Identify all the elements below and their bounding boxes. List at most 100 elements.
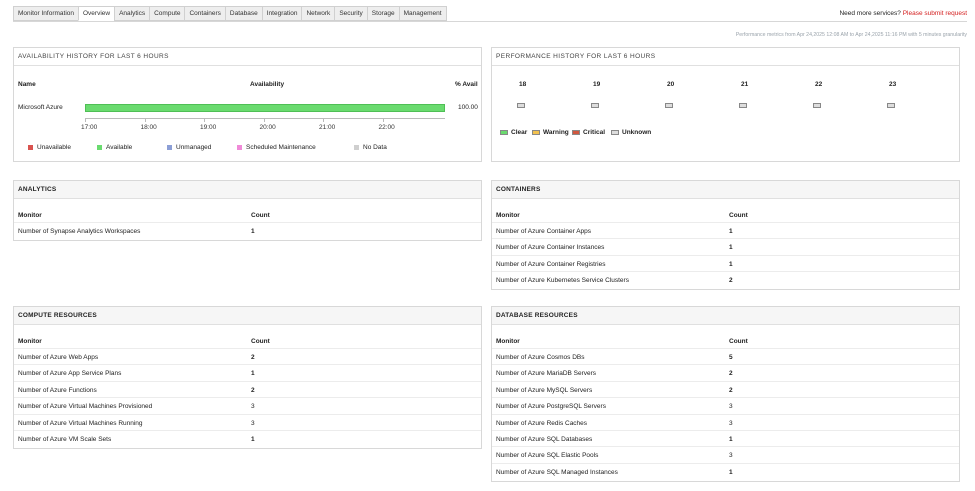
legend-swatch [354, 145, 359, 150]
availability-tick [204, 119, 205, 122]
availability-legend-available: Available [97, 144, 132, 151]
legend-swatch [611, 130, 619, 135]
performance-hour-18: 18 [519, 81, 527, 88]
database-row-count: 3 [729, 452, 733, 460]
database-row-count: 1 [729, 468, 733, 476]
containers-row-monitor: Number of Azure Container Apps [496, 228, 592, 235]
database-row[interactable]: Number of Azure SQL Databases 1 [492, 431, 959, 448]
availability-tick-label: 18:00 [140, 124, 157, 131]
legend-swatch [500, 130, 508, 135]
performance-status-cell[interactable] [517, 103, 525, 108]
performance-status-cell[interactable] [665, 103, 673, 108]
availability-tick-label: 22:00 [378, 124, 395, 131]
compute-row-monitor: Number of Azure Web Apps [18, 354, 99, 361]
performance-hour-23: 23 [889, 81, 897, 88]
containers-col-monitor: Monitor [496, 212, 520, 219]
tab-database[interactable]: Database [224, 6, 262, 21]
containers-row[interactable]: Number of Azure Kubernetes Service Clust… [492, 272, 959, 288]
tab-security[interactable]: Security [334, 6, 367, 21]
performance-status-cell[interactable] [739, 103, 747, 108]
database-row[interactable]: Number of Azure MariaDB Servers 2 [492, 365, 959, 382]
compute-col-count: Count [251, 338, 270, 345]
tab-compute[interactable]: Compute [149, 6, 185, 21]
compute-row-monitor: Number of Azure Functions [18, 386, 97, 394]
compute-row[interactable]: Number of Azure Virtual Machines Provisi… [14, 398, 481, 415]
database-row[interactable]: Number of Azure Cosmos DBs 5 [492, 349, 959, 366]
tab-divider [13, 21, 967, 22]
legend-label: Warning [543, 129, 569, 136]
database-col-monitor: Monitor [496, 338, 520, 345]
compute-panel: COMPUTE RESOURCES Monitor Count Number o… [13, 306, 482, 449]
need-more-label: Need more services? [839, 10, 901, 17]
legend-swatch [532, 130, 540, 135]
performance-hour-22: 22 [815, 81, 823, 88]
analytics-row[interactable]: Number of Synapse Analytics Workspaces 1 [14, 223, 481, 239]
containers-row[interactable]: Number of Azure Container Registries 1 [492, 256, 959, 273]
database-row[interactable]: Number of Azure MySQL Servers 2 [492, 382, 959, 399]
performance-legend-critical: Critical [572, 129, 605, 136]
database-row-count: 5 [729, 354, 733, 361]
availability-tick [85, 119, 86, 122]
analytics-row-monitor: Number of Synapse Analytics Workspaces [18, 228, 141, 235]
tab-integration[interactable]: Integration [261, 6, 302, 21]
performance-status-cell[interactable] [591, 103, 599, 108]
compute-row[interactable]: Number of Azure VM Scale Sets 1 [14, 431, 481, 447]
compute-row[interactable]: Number of Azure Virtual Machines Running… [14, 415, 481, 431]
availability-col-name: Name [18, 81, 36, 88]
performance-legend-unknown: Unknown [611, 129, 651, 136]
compute-row[interactable]: Number of Azure Web Apps 2 [14, 349, 481, 366]
tab-analytics[interactable]: Analytics [114, 6, 150, 21]
legend-swatch [28, 145, 33, 150]
containers-title: CONTAINERS [492, 181, 959, 199]
availability-bar[interactable] [85, 104, 445, 112]
availability-legend-unmanaged: Unmanaged [167, 144, 211, 151]
database-row-monitor: Number of Azure SQL Elastic Pools [496, 452, 599, 460]
database-row[interactable]: Number of Azure PostgreSQL Servers 3 [492, 398, 959, 415]
analytics-col-count: Count [251, 212, 270, 219]
compute-row[interactable]: Number of Azure Functions 2 [14, 382, 481, 399]
containers-row[interactable]: Number of Azure Container Instances 1 [492, 239, 959, 256]
legend-label: Clear [511, 129, 528, 136]
containers-row-count: 2 [729, 277, 733, 285]
legend-swatch [572, 130, 580, 135]
database-row-count: 2 [729, 386, 733, 394]
analytics-table-header: Monitor Count [14, 208, 481, 223]
containers-row-count: 1 [729, 228, 733, 235]
database-table-header: Monitor Count [492, 334, 959, 349]
submit-request-link[interactable]: Please submit request [903, 10, 967, 17]
containers-row[interactable]: Number of Azure Container Apps 1 [492, 223, 959, 240]
legend-label: Scheduled Maintenance [246, 144, 316, 151]
compute-row-monitor: Number of Azure VM Scale Sets [18, 435, 112, 443]
database-panel: DATABASE RESOURCES Monitor Count Number … [491, 306, 960, 482]
compute-row[interactable]: Number of Azure App Service Plans 1 [14, 365, 481, 382]
database-row-count: 2 [729, 370, 733, 378]
performance-status-cell[interactable] [813, 103, 821, 108]
availability-tick-label: 20:00 [259, 124, 276, 131]
tab-network[interactable]: Network [301, 6, 335, 21]
availability-tick-label: 17:00 [81, 124, 98, 131]
availability-legend-unavailable: Unavailable [28, 144, 71, 151]
containers-table-header: Monitor Count [492, 208, 959, 223]
compute-row-count: 3 [251, 403, 255, 411]
database-row-monitor: Number of Azure SQL Managed Instances [496, 468, 618, 476]
performance-hour-20: 20 [667, 81, 675, 88]
database-row[interactable]: Number of Azure Redis Caches 3 [492, 415, 959, 431]
database-row[interactable]: Number of Azure SQL Elastic Pools 3 [492, 447, 959, 464]
availability-row-name[interactable]: Microsoft Azure [18, 104, 63, 111]
tab-overview[interactable]: Overview [78, 6, 115, 21]
performance-title: PERFORMANCE HISTORY FOR LAST 6 HOURS [492, 48, 959, 66]
tab-monitor-information[interactable]: Monitor Information [13, 6, 78, 21]
database-row-count: 3 [729, 419, 733, 427]
legend-label: Unavailable [37, 144, 71, 151]
compute-row-count: 3 [251, 419, 255, 427]
availability-tick [144, 119, 146, 122]
performance-status-cell[interactable] [887, 103, 895, 108]
compute-row-count: 2 [251, 386, 255, 394]
availability-tick-label: 21:00 [319, 124, 336, 131]
tab-storage[interactable]: Storage [366, 6, 399, 21]
tab-containers[interactable]: Containers [184, 6, 225, 21]
database-row[interactable]: Number of Azure SQL Managed Instances 1 [492, 464, 959, 480]
tab-management[interactable]: Management [398, 6, 447, 21]
containers-row-count: 1 [729, 244, 733, 252]
tab-bar: Monitor Information Overview Analytics Comp… [13, 6, 447, 22]
